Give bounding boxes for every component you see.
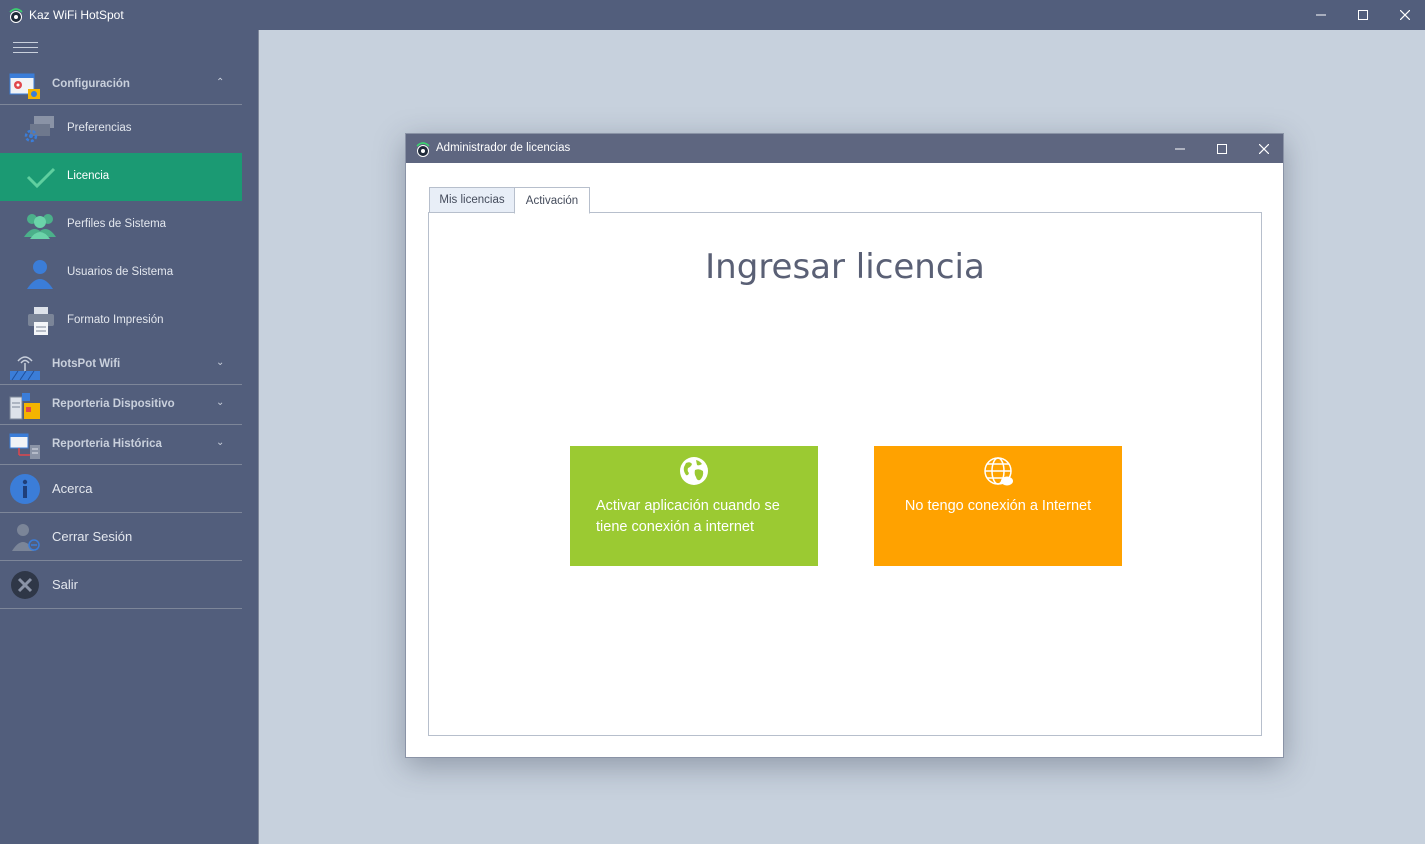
activate-offline-button[interactable]: No tengo conexión a Internet: [874, 446, 1122, 566]
dialog-title: Administrador de licencias: [436, 142, 571, 154]
sidebar-group-label: Configuración: [52, 78, 130, 90]
checkmark-icon: [26, 167, 56, 189]
sidebar-item-acerca[interactable]: Acerca: [0, 465, 242, 513]
sidebar-group-reporteria-historica[interactable]: Reporteria Histórica ⌄: [0, 425, 242, 465]
sidebar-item-cerrar-sesion[interactable]: Cerrar Sesión: [0, 513, 242, 561]
minimize-icon: [1175, 148, 1185, 149]
chevron-down-icon: ⌄: [216, 397, 225, 408]
sidebar-item-label: Usuarios de Sistema: [67, 266, 174, 278]
wifi-logo-icon: [9, 8, 23, 23]
divider: [0, 608, 242, 609]
sidebar-item-formato[interactable]: Formato Impresión: [0, 297, 242, 345]
user-group-icon: [24, 214, 56, 239]
chevron-down-icon: ⌄: [216, 437, 225, 448]
maximize-icon: [1358, 10, 1368, 20]
sidebar-item-label: Formato Impresión: [67, 314, 164, 326]
info-icon: [10, 474, 40, 504]
sidebar-item-preferencias[interactable]: Preferencias: [0, 105, 242, 153]
sidebar-group-reporteria-dispositivo[interactable]: Reporteria Dispositivo ⌄: [0, 385, 242, 425]
tab-panel-activacion: Ingresar licencia Activar aplicación cua…: [428, 212, 1262, 736]
dialog-close-button[interactable]: [1243, 134, 1285, 163]
preferences-icon: [24, 116, 54, 143]
dialog-minimize-button[interactable]: [1159, 134, 1201, 163]
dialog-maximize-button[interactable]: [1201, 134, 1243, 163]
sidebar-group-label: HotsPot Wifi: [52, 358, 121, 370]
device-report-icon: [9, 393, 40, 420]
minimize-button[interactable]: [1300, 0, 1342, 30]
tile-label: No tengo conexión a Internet: [904, 498, 1092, 514]
app-titlebar: Kaz WiFi HotSpot: [0, 0, 1425, 30]
close-button[interactable]: [1384, 0, 1425, 30]
printer-icon: [28, 307, 54, 335]
tab-mis-licencias[interactable]: Mis licencias: [429, 187, 515, 213]
activate-online-button[interactable]: Activar aplicación cuando se tiene conex…: [570, 446, 818, 566]
sidebar-group-configuracion[interactable]: Configuración ⌃: [0, 65, 242, 105]
close-icon: [1400, 10, 1410, 20]
sidebar-item-salir[interactable]: Salir: [0, 561, 242, 609]
page-title: Ingresar licencia: [705, 247, 985, 287]
globe-offline-icon: [984, 457, 1013, 486]
history-report-icon: [9, 433, 40, 459]
sidebar-item-label: Salir: [52, 577, 79, 592]
logout-user-icon: [12, 524, 40, 551]
sidebar-group-label: Reporteria Dispositivo: [52, 398, 175, 410]
close-icon: [1259, 143, 1269, 154]
minimize-icon: [1316, 14, 1326, 16]
chevron-down-icon: ⌄: [216, 357, 225, 368]
tile-label: Activar aplicación cuando se tiene conex…: [596, 498, 780, 535]
sidebar-item-perfiles[interactable]: Perfiles de Sistema: [0, 201, 242, 249]
hamburger-menu-icon[interactable]: [13, 42, 38, 54]
tab-activacion[interactable]: Activación: [514, 187, 590, 214]
chevron-up-icon: ⌃: [216, 77, 225, 88]
wifi-logo-icon: [416, 142, 430, 157]
sidebar-item-label: Acerca: [52, 481, 93, 496]
sidebar-group-hotspot[interactable]: HotsPot Wifi ⌄: [0, 345, 242, 385]
router-icon: [10, 356, 40, 381]
sidebar-group-label: Reporteria Histórica: [52, 438, 162, 450]
sidebar-item-label: Preferencias: [67, 122, 132, 134]
sidebar-item-label: Cerrar Sesión: [52, 529, 133, 544]
sidebar-item-label: Licencia: [67, 170, 110, 182]
maximize-button[interactable]: [1342, 0, 1384, 30]
sidebar-item-usuarios[interactable]: Usuarios de Sistema: [0, 249, 242, 297]
license-dialog: Administrador de licencias Mis licencias…: [405, 133, 1284, 758]
globe-icon: [680, 457, 708, 485]
sidebar-item-licencia[interactable]: Licencia: [0, 153, 242, 201]
maximize-icon: [1217, 143, 1227, 154]
settings-window-icon: [9, 73, 40, 99]
exit-icon: [11, 571, 39, 599]
sidebar: Configuración ⌃ Preferencias Licencia Pe…: [0, 30, 259, 844]
dialog-titlebar: Administrador de licencias: [406, 134, 1283, 163]
app-title: Kaz WiFi HotSpot: [29, 8, 124, 22]
sidebar-item-label: Perfiles de Sistema: [67, 218, 167, 230]
user-icon: [27, 260, 53, 289]
